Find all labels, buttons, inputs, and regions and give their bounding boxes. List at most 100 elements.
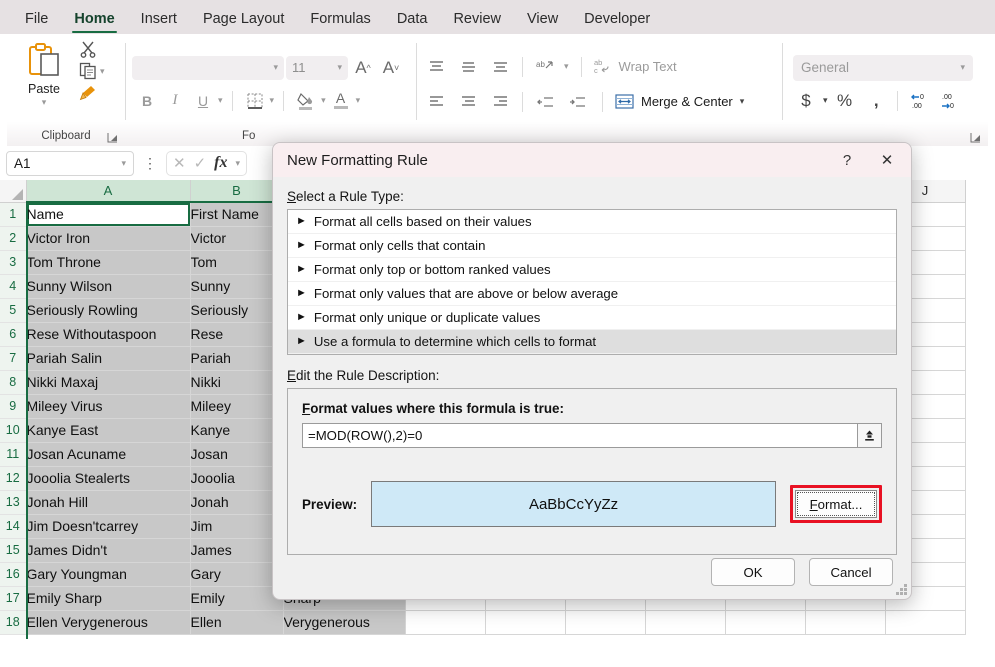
- row-header[interactable]: 16: [0, 562, 27, 587]
- row-header[interactable]: 1: [0, 202, 27, 227]
- grid-cell[interactable]: Tom Throne: [26, 250, 191, 275]
- select-all-corner[interactable]: [0, 180, 27, 203]
- row-header[interactable]: 18: [0, 610, 27, 635]
- grid-cell[interactable]: Nikki Maxaj: [26, 370, 191, 395]
- decrease-indent-button[interactable]: [532, 89, 558, 115]
- grid-cell[interactable]: Jooolia: [190, 466, 284, 491]
- chevron-down-icon[interactable]: ▾: [270, 95, 275, 106]
- increase-indent-button[interactable]: [564, 89, 590, 115]
- chevron-down-icon[interactable]: ▾: [42, 97, 47, 108]
- row-header[interactable]: 5: [0, 298, 27, 323]
- chevron-down-icon[interactable]: ▾: [740, 96, 745, 107]
- grid-cell[interactable]: Josan: [190, 442, 284, 467]
- merge-center-button[interactable]: Merge & Center ▾: [615, 93, 744, 110]
- grid-cell[interactable]: Sunny: [190, 274, 284, 299]
- chevron-down-icon[interactable]: ▾: [235, 158, 240, 169]
- ribbon-tab-insert[interactable]: Insert: [130, 7, 188, 34]
- row-header[interactable]: 7: [0, 346, 27, 371]
- bold-button[interactable]: B: [134, 88, 160, 114]
- grid-cell[interactable]: [885, 610, 966, 635]
- help-button[interactable]: ?: [827, 143, 867, 177]
- rule-type-item[interactable]: ► Format only cells that contain: [288, 234, 896, 258]
- row-header[interactable]: 4: [0, 274, 27, 299]
- grid-cell[interactable]: Sunny Wilson: [26, 274, 191, 299]
- collapse-dialog-button[interactable]: [857, 423, 882, 448]
- chevron-down-icon[interactable]: ▾: [321, 95, 326, 106]
- grid-cell[interactable]: [645, 610, 726, 635]
- clipboard-dialog-launcher-icon[interactable]: [107, 132, 119, 144]
- name-box[interactable]: A1 ▾: [6, 150, 134, 176]
- grid-cell[interactable]: Victor: [190, 226, 284, 251]
- comma-style-button[interactable]: ,: [862, 88, 888, 114]
- rule-type-item[interactable]: ► Format only unique or duplicate values: [288, 306, 896, 330]
- decrease-decimal-button[interactable]: .00 0: [937, 88, 963, 114]
- ribbon-tab-home[interactable]: Home: [63, 7, 125, 34]
- chevron-down-icon[interactable]: ▾: [564, 61, 569, 72]
- ribbon-tab-data[interactable]: Data: [386, 7, 439, 34]
- row-header[interactable]: 2: [0, 226, 27, 251]
- fill-color-button[interactable]: [293, 88, 319, 114]
- grid-cell[interactable]: Rese Withoutaspoon: [26, 322, 191, 347]
- align-right-button[interactable]: [487, 89, 513, 115]
- row-header[interactable]: 8: [0, 370, 27, 395]
- number-dialog-launcher-icon[interactable]: [970, 132, 982, 144]
- row-header[interactable]: 17: [0, 586, 27, 611]
- formula-bar-options-icon[interactable]: ⋮: [140, 155, 160, 172]
- rule-type-item[interactable]: ► Format only values that are above or be…: [288, 282, 896, 306]
- grid-cell[interactable]: Emily Sharp: [26, 586, 191, 611]
- close-button[interactable]: ✕: [867, 143, 907, 177]
- grid-cell[interactable]: Tom: [190, 250, 284, 275]
- grid-cell[interactable]: [725, 610, 806, 635]
- align-left-button[interactable]: [423, 89, 449, 115]
- grid-cell[interactable]: First Name: [190, 202, 284, 227]
- grid-cell[interactable]: Kanye East: [26, 418, 191, 443]
- rule-type-item[interactable]: ► Format only top or bottom ranked values: [288, 258, 896, 282]
- font-color-button[interactable]: A: [328, 88, 354, 114]
- grid-cell[interactable]: Mileey Virus: [26, 394, 191, 419]
- grid-cell[interactable]: [805, 610, 886, 635]
- grid-cell[interactable]: Nikki: [190, 370, 284, 395]
- grid-cell[interactable]: Jooolia Stealerts: [26, 466, 191, 491]
- grid-cell[interactable]: Ellen Verygenerous: [26, 610, 191, 635]
- grid-cell[interactable]: Seriously: [190, 298, 284, 323]
- column-header-b[interactable]: B: [190, 180, 284, 203]
- grid-cell[interactable]: Seriously Rowling: [26, 298, 191, 323]
- dialog-title-bar[interactable]: New Formatting Rule ? ✕: [273, 143, 911, 177]
- row-header[interactable]: 3: [0, 250, 27, 275]
- ribbon-tab-file[interactable]: File: [14, 7, 59, 34]
- font-name-select[interactable]: ▾: [132, 55, 284, 80]
- row-header[interactable]: 9: [0, 394, 27, 419]
- row-header[interactable]: 10: [0, 418, 27, 443]
- increase-decimal-button[interactable]: 0 .00: [907, 88, 933, 114]
- italic-button[interactable]: I: [162, 88, 188, 114]
- row-header[interactable]: 14: [0, 514, 27, 539]
- grid-cell[interactable]: Gary Youngman: [26, 562, 191, 587]
- insert-function-icon[interactable]: fx: [214, 154, 227, 172]
- number-format-select[interactable]: General ▾: [793, 54, 973, 81]
- cancel-button[interactable]: Cancel: [809, 558, 893, 586]
- font-size-select[interactable]: 11 ▾: [286, 55, 348, 80]
- grid-cell[interactable]: Jonah: [190, 490, 284, 515]
- cancel-icon[interactable]: ✕: [173, 154, 186, 172]
- grid-cell[interactable]: Ellen: [190, 610, 284, 635]
- grid-cell[interactable]: Pariah Salin: [26, 346, 191, 371]
- grid-cell[interactable]: Kanye: [190, 418, 284, 443]
- chevron-down-icon[interactable]: ▾: [100, 66, 105, 77]
- ribbon-tab-developer[interactable]: Developer: [573, 7, 661, 34]
- grid-cell[interactable]: Pariah: [190, 346, 284, 371]
- cut-button[interactable]: [79, 40, 105, 58]
- grid-cell[interactable]: [565, 610, 646, 635]
- row-header[interactable]: 13: [0, 490, 27, 515]
- paste-button[interactable]: Paste ▾: [13, 40, 75, 108]
- shrink-font-button[interactable]: A ˅: [378, 55, 404, 81]
- grid-cell[interactable]: Verygenerous: [283, 610, 406, 635]
- percent-button[interactable]: %: [832, 88, 858, 114]
- align-bottom-button[interactable]: [487, 54, 513, 80]
- grid-cell[interactable]: [485, 610, 566, 635]
- currency-button[interactable]: $: [793, 88, 819, 114]
- rule-type-item[interactable]: ► Use a formula to determine which cells …: [288, 330, 896, 354]
- row-header[interactable]: 15: [0, 538, 27, 563]
- chevron-down-icon[interactable]: ▾: [218, 95, 223, 106]
- align-middle-button[interactable]: [455, 54, 481, 80]
- grid-cell[interactable]: Josan Acuname: [26, 442, 191, 467]
